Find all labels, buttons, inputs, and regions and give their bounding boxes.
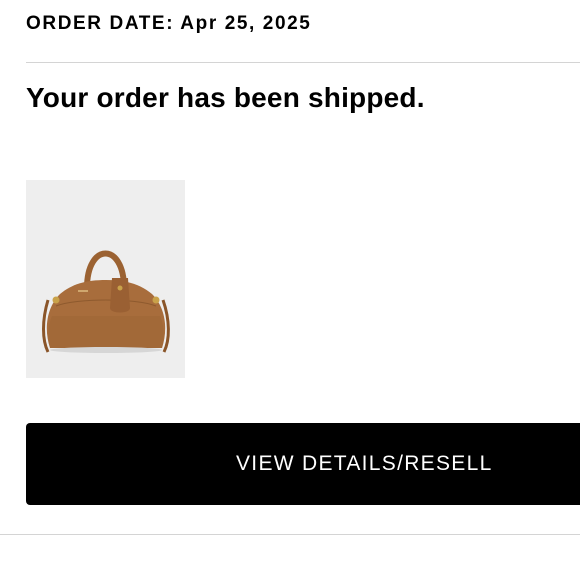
top-divider	[26, 62, 580, 63]
handbag-image-icon	[42, 250, 170, 353]
view-details-resell-button[interactable]: VIEW DETAILS/RESELL	[26, 423, 580, 505]
bottom-divider	[0, 534, 580, 535]
order-date: ORDER DATE: Apr 25, 2025	[26, 13, 312, 34]
view-details-resell-label: VIEW DETAILS/RESELL	[236, 452, 493, 475]
product-image[interactable]	[26, 180, 185, 378]
shipped-headline: Your order has been shipped.	[26, 82, 425, 113]
